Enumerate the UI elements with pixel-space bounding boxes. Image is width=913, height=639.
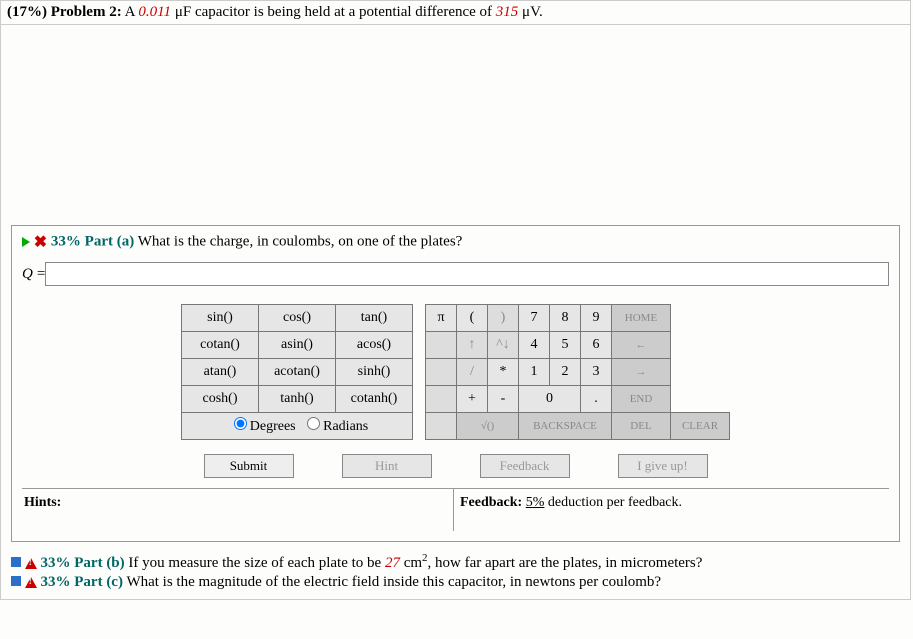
key-1[interactable]: 1 bbox=[519, 359, 550, 386]
key-mul[interactable]: * bbox=[488, 359, 519, 386]
equals-sign: = bbox=[37, 266, 45, 283]
key-rparen[interactable]: ) bbox=[488, 305, 519, 332]
key-5[interactable]: 5 bbox=[550, 332, 581, 359]
voltage-value: 315 bbox=[496, 4, 519, 20]
part-b-line[interactable]: 33% Part (b) If you measure the size of … bbox=[11, 552, 900, 572]
fn-tanh[interactable]: tanh() bbox=[259, 386, 336, 413]
part-c-label: 33% Part (c) bbox=[41, 574, 123, 590]
key-9[interactable]: 9 bbox=[581, 305, 612, 332]
fn-tan[interactable]: tan() bbox=[336, 305, 413, 332]
key-backspace[interactable]: BACKSPACE bbox=[519, 413, 612, 440]
key-minus[interactable]: - bbox=[488, 386, 519, 413]
key-up[interactable]: ↑ bbox=[457, 332, 488, 359]
fn-sin[interactable]: sin() bbox=[182, 305, 259, 332]
radians-label: Radians bbox=[323, 419, 368, 434]
part-b-text-a: If you measure the size of each plate to… bbox=[125, 555, 385, 571]
header-unit1: μF capacitor is being held at a potentia… bbox=[171, 4, 496, 20]
warning-icon bbox=[25, 577, 37, 588]
plate-area-value: 27 bbox=[385, 555, 400, 571]
key-7[interactable]: 7 bbox=[519, 305, 550, 332]
key-pi[interactable]: π bbox=[426, 305, 457, 332]
part-a-label: 33% Part (a) bbox=[51, 233, 134, 249]
key-left[interactable]: ← bbox=[612, 332, 671, 359]
part-b-text-b: cm bbox=[400, 555, 422, 571]
key-blank4 bbox=[426, 413, 457, 440]
fn-acotan[interactable]: acotan() bbox=[259, 359, 336, 386]
number-pad: π ( ) 7 8 9 HOME ↑ ^↓ 4 5 6 ← bbox=[425, 304, 730, 440]
x-icon: ✖ bbox=[34, 234, 47, 251]
square-icon bbox=[11, 557, 21, 567]
feedback-rest: deduction per feedback. bbox=[544, 495, 682, 510]
feedback-pct: 5% bbox=[526, 495, 545, 510]
header-problem: Problem 2: bbox=[51, 4, 122, 20]
header-text-a: A bbox=[125, 4, 139, 20]
fn-cotanh[interactable]: cotanh() bbox=[336, 386, 413, 413]
key-blank2 bbox=[426, 359, 457, 386]
hints-label: Hints: bbox=[24, 495, 61, 510]
capacitance-value: 0.011 bbox=[138, 4, 171, 20]
key-dot[interactable]: . bbox=[581, 386, 612, 413]
fn-asin[interactable]: asin() bbox=[259, 332, 336, 359]
key-6[interactable]: 6 bbox=[581, 332, 612, 359]
key-4[interactable]: 4 bbox=[519, 332, 550, 359]
hint-button[interactable]: Hint bbox=[342, 454, 432, 478]
key-sqrt[interactable]: √() bbox=[457, 413, 519, 440]
key-8[interactable]: 8 bbox=[550, 305, 581, 332]
part-a-question: What is the charge, in coulombs, on one … bbox=[134, 233, 462, 249]
key-0[interactable]: 0 bbox=[519, 386, 581, 413]
part-b-text-c: , how far apart are the plates, in micro… bbox=[428, 555, 703, 571]
answer-input[interactable] bbox=[45, 262, 889, 286]
key-div[interactable]: / bbox=[457, 359, 488, 386]
fn-cos[interactable]: cos() bbox=[259, 305, 336, 332]
variable-Q: Q bbox=[22, 266, 33, 283]
submit-button[interactable]: Submit bbox=[204, 454, 294, 478]
key-down[interactable]: ^↓ bbox=[488, 332, 519, 359]
key-blank3 bbox=[426, 386, 457, 413]
fn-cosh[interactable]: cosh() bbox=[182, 386, 259, 413]
key-home[interactable]: HOME bbox=[612, 305, 671, 332]
key-2[interactable]: 2 bbox=[550, 359, 581, 386]
play-icon bbox=[22, 237, 30, 247]
giveup-button[interactable]: I give up! bbox=[618, 454, 708, 478]
key-del[interactable]: DEL bbox=[612, 413, 671, 440]
part-c-question: What is the magnitude of the electric fi… bbox=[123, 574, 661, 590]
part-c-line[interactable]: 33% Part (c) What is the magnitude of th… bbox=[11, 574, 900, 591]
fn-atan[interactable]: atan() bbox=[182, 359, 259, 386]
degrees-radio[interactable] bbox=[234, 417, 247, 430]
radians-radio[interactable] bbox=[307, 417, 320, 430]
key-plus[interactable]: + bbox=[457, 386, 488, 413]
feedback-button[interactable]: Feedback bbox=[480, 454, 570, 478]
hints-panel: Hints: bbox=[22, 489, 453, 531]
angle-mode-row: Degrees Radians bbox=[182, 413, 413, 440]
problem-header: (17%) Problem 2: A 0.011 μF capacitor is… bbox=[1, 1, 910, 25]
key-lparen[interactable]: ( bbox=[457, 305, 488, 332]
part-b-label: 33% Part (b) bbox=[41, 555, 125, 571]
fn-acos[interactable]: acos() bbox=[336, 332, 413, 359]
fn-sinh[interactable]: sinh() bbox=[336, 359, 413, 386]
header-percent: (17%) bbox=[7, 4, 47, 20]
key-end[interactable]: END bbox=[612, 386, 671, 413]
part-a-line: ✖ 33% Part (a) What is the charge, in co… bbox=[22, 232, 889, 252]
key-right[interactable]: → bbox=[612, 359, 671, 386]
feedback-panel: Feedback: 5% deduction per feedback. bbox=[453, 489, 889, 531]
warning-icon bbox=[25, 558, 37, 569]
header-unit2: μV. bbox=[518, 4, 542, 20]
key-3[interactable]: 3 bbox=[581, 359, 612, 386]
key-blank1 bbox=[426, 332, 457, 359]
key-clear[interactable]: CLEAR bbox=[671, 413, 730, 440]
fn-cotan[interactable]: cotan() bbox=[182, 332, 259, 359]
feedback-label: Feedback: bbox=[460, 495, 526, 510]
degrees-label: Degrees bbox=[250, 419, 296, 434]
function-pad: sin() cos() tan() cotan() asin() acos() … bbox=[181, 304, 413, 440]
square-icon bbox=[11, 576, 21, 586]
